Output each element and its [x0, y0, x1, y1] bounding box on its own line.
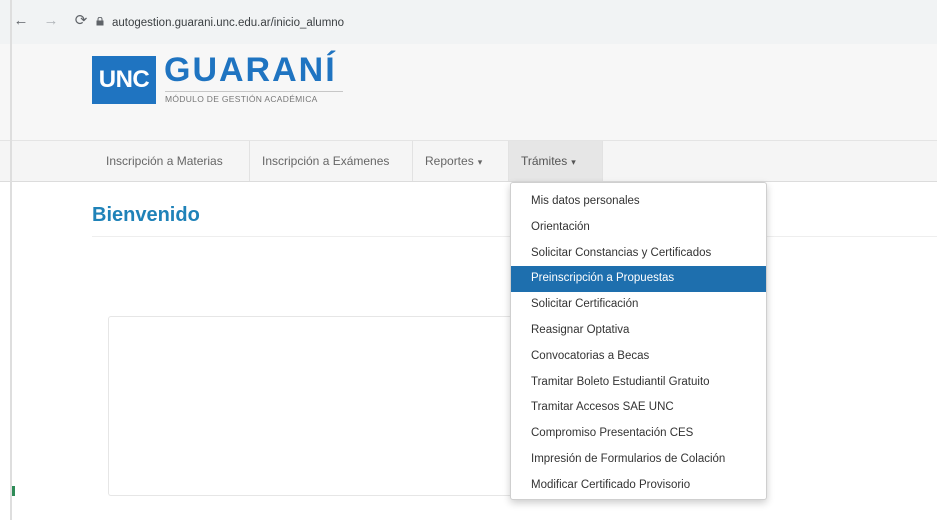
tramites-dropdown: Mis datos personales Orientación Solicitar… [510, 182, 767, 500]
dropdown-item[interactable]: Solicitar Constancias y Certificados [511, 241, 766, 267]
address-bar[interactable]: autogestion.guarani.unc.edu.ar/inicio_al… [112, 14, 344, 32]
status-marker [12, 486, 15, 496]
caret-down-icon: ▾ [477, 157, 483, 167]
menu-item-label: Inscripción a Exámenes [262, 154, 390, 168]
menu-inscripcion-examenes[interactable]: Inscripción a Exámenes [250, 141, 413, 181]
menu-inscripcion-materias[interactable]: Inscripción a Materias [94, 141, 250, 181]
site-title: GUARANÍ [164, 51, 337, 89]
menu-item-label: Inscripción a Materias [106, 154, 223, 168]
dropdown-item[interactable]: Tramitar Boleto Estudiantil Gratuito [511, 370, 766, 396]
page-edge [10, 0, 12, 520]
dropdown-item[interactable]: Orientación [511, 215, 766, 241]
dropdown-item[interactable]: Convocatorias a Becas [511, 344, 766, 370]
content-panel [108, 316, 513, 496]
caret-down-icon: ▾ [571, 157, 576, 167]
site-header: UNC GUARANÍ MÓDULO DE GESTIÓN ACADÉMICA [0, 44, 937, 141]
menu-item-label: Reportes [425, 154, 474, 168]
menu-item-label: Trámites [521, 154, 568, 168]
dropdown-item[interactable]: Tramitar Accesos SAE UNC [511, 395, 766, 421]
dropdown-item[interactable]: Compromiso Presentación CES [511, 421, 766, 447]
forward-arrow-icon[interactable]: → [42, 12, 60, 30]
menu-reportes[interactable]: Reportes ▾ [413, 141, 509, 181]
dropdown-item[interactable]: Solicitar Certificación [511, 292, 766, 318]
dropdown-item[interactable]: Reasignar Optativa [511, 318, 766, 344]
main-menu: Inscripción a Materias Inscripción a Exá… [0, 141, 937, 182]
menu-tramites[interactable]: Trámites ▾ [509, 141, 603, 181]
dropdown-item[interactable]: Impresión de Formularios de Colación [511, 447, 766, 473]
dropdown-item[interactable]: Preinscripción a Propuestas [511, 266, 766, 293]
reload-icon[interactable]: ⟳ [72, 12, 90, 30]
site-subtitle: MÓDULO DE GESTIÓN ACADÉMICA [165, 91, 343, 104]
back-arrow-icon[interactable]: ← [12, 12, 30, 30]
browser-toolbar: ← → ⟳ autogestion.guarani.unc.edu.ar/ini… [0, 0, 937, 45]
lock-icon [96, 17, 104, 26]
page-title: Bienvenido [92, 204, 200, 226]
unc-logo[interactable]: UNC [92, 56, 156, 104]
dropdown-item[interactable]: Mis datos personales [511, 189, 766, 215]
dropdown-item[interactable]: Modificar Certificado Provisorio [511, 473, 766, 499]
